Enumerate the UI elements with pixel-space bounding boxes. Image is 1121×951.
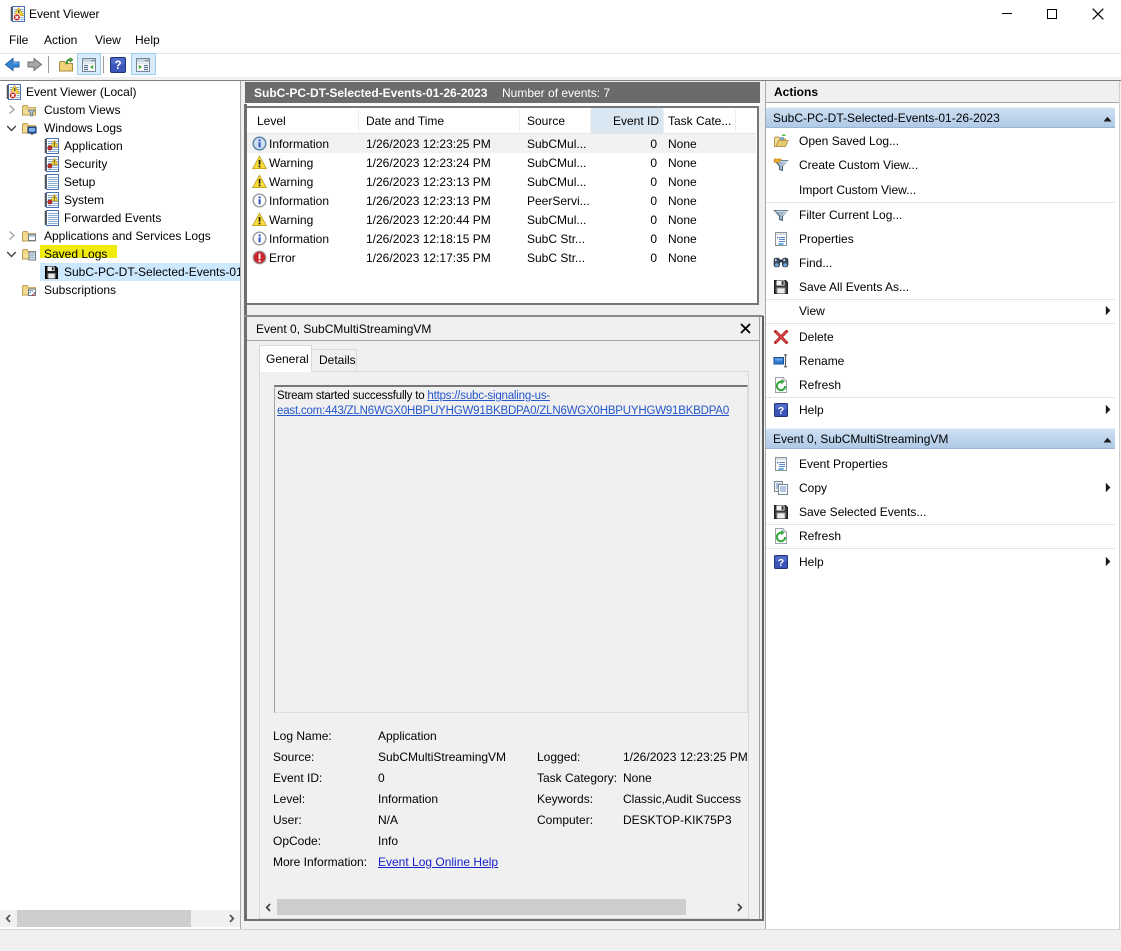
svg-text:?: ? bbox=[114, 60, 121, 72]
svg-text:?: ? bbox=[778, 557, 784, 569]
svg-text:?: ? bbox=[778, 405, 784, 417]
